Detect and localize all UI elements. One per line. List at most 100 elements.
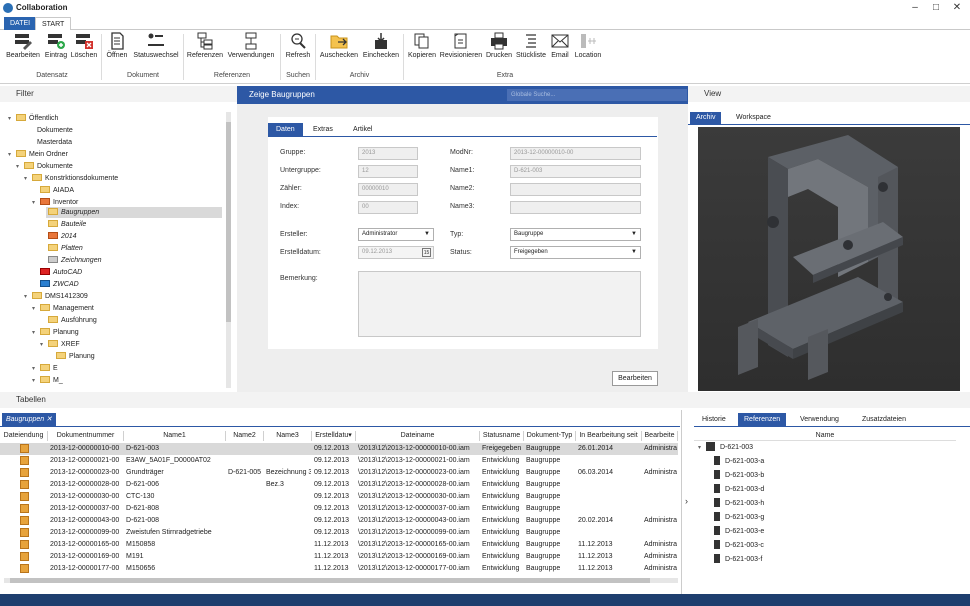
table-row[interactable]: 2013-12-00000028-00 D-621-006 Bez.3 09.12.2…	[0, 479, 678, 491]
tree-node[interactable]: ▾ Management	[32, 303, 94, 314]
table-row[interactable]: 2013-12-00000169-00 M191 11.12.2013 \2013\1…	[0, 551, 678, 563]
column-header[interactable]: Dokument-Typ	[524, 431, 576, 441]
close-button[interactable]: ✕	[947, 2, 967, 14]
status-select[interactable]: Freigegeben ▼	[510, 246, 641, 259]
table-row[interactable]: 2013-12-00000099-00 Zweistufen Stirnradge…	[0, 527, 678, 539]
tab-workspace[interactable]: Workspace	[730, 112, 777, 124]
statuswechsel-button[interactable]: Statuswechsel	[131, 32, 181, 64]
tab-datei[interactable]: DATEI	[4, 17, 37, 30]
tab-referenzen[interactable]: Referenzen	[738, 413, 787, 426]
tree-node[interactable]: ▾ Konstrktionsdokumente	[24, 173, 118, 184]
oeffnen-button[interactable]: Öffnen	[104, 32, 130, 64]
name3-field[interactable]	[510, 201, 641, 214]
ref-child-node[interactable]: D-621-003-b	[714, 469, 764, 482]
tree-node[interactable]: AutoCAD	[40, 267, 82, 278]
tab-historie[interactable]: Historie	[696, 413, 732, 426]
column-header[interactable]: Name1	[124, 431, 226, 441]
tab-zusatzdateien[interactable]: Zusatzdateien	[856, 413, 912, 426]
scroll-thumb[interactable]	[10, 578, 650, 583]
tree-node[interactable]: Platten	[48, 243, 83, 254]
revisionieren-button[interactable]: Revisionieren	[439, 32, 483, 64]
eintrag-button[interactable]: Eintrag	[43, 32, 69, 64]
gruppe-field[interactable]: 2013	[358, 147, 418, 160]
auschecken-button[interactable]: Auschecken	[318, 32, 360, 64]
tree-node[interactable]: ▾ E	[32, 363, 58, 374]
model-viewport[interactable]	[698, 127, 960, 391]
tree-node[interactable]: AIADA	[40, 185, 74, 196]
name2-field[interactable]	[510, 183, 641, 196]
ref-child-node[interactable]: D-621-003-f	[714, 553, 762, 566]
ersteller-select[interactable]: Administrator ▼	[358, 228, 434, 241]
loeschen-button[interactable]: Löschen	[70, 32, 98, 64]
tree-node[interactable]: Planung	[56, 351, 95, 362]
table-row[interactable]: 2013-12-00000165-00 M150858 11.12.2013 \201…	[0, 539, 678, 551]
ref-child-node[interactable]: D-621-003-e	[714, 525, 764, 538]
tree-node[interactable]: ▾ Mein Ordner	[8, 149, 68, 160]
tree-node[interactable]: ▾ DMS1412309	[24, 291, 88, 302]
column-header[interactable]: Dateiname	[356, 431, 480, 441]
einchecken-button[interactable]: Einchecken	[361, 32, 401, 64]
column-header[interactable]: Dokumentnummer	[48, 431, 124, 441]
table-row[interactable]: 2013-12-00000023-00 Grundträger D-621-005 B…	[0, 467, 678, 479]
ref-child-node[interactable]: D-621-003-a	[714, 455, 764, 468]
tab-extras[interactable]: Extras	[305, 123, 341, 136]
refresh-button[interactable]: Refresh	[283, 32, 313, 64]
table-row[interactable]: 2013-12-00000021-00 E3AW_5A01F_D0000AT02 0…	[0, 455, 678, 467]
referenzen-button[interactable]: Referenzen	[186, 32, 224, 64]
tree-node[interactable]: Dokumente	[37, 125, 73, 136]
ref-child-node[interactable]: D-621-003-c	[714, 539, 764, 552]
scroll-thumb[interactable]	[226, 122, 231, 322]
erstelldatum-field[interactable]: 09.12.2013 15	[358, 246, 434, 259]
tree-node[interactable]: Ausführung	[48, 315, 97, 326]
typ-select[interactable]: Baugruppe ▼	[510, 228, 641, 241]
table-row[interactable]: 2013-12-00000010-00 D-621-003 09.12.2013 \2…	[0, 443, 678, 455]
kopieren-button[interactable]: Kopieren	[406, 32, 438, 64]
calendar-icon[interactable]: 15	[422, 248, 431, 257]
tree-node[interactable]: ▾ Dokumente	[16, 161, 73, 172]
global-search-input[interactable]: Globale Suche...	[507, 89, 687, 101]
table-row[interactable]: 2013-12-00000030-00 CTC-130 09.12.2013 \201…	[0, 491, 678, 503]
ref-root-node[interactable]: ▾ D-621-003	[698, 441, 753, 454]
tab-daten[interactable]: Daten	[268, 123, 303, 136]
drucken-button[interactable]: Drucken	[484, 32, 514, 64]
edit-button[interactable]: Bearbeiten	[612, 371, 658, 386]
tab-archiv[interactable]: Archiv	[690, 112, 722, 124]
tree-node[interactable]: Bauteile	[48, 219, 86, 230]
bearbeiten-button[interactable]: Bearbeiten	[4, 32, 42, 64]
stueckliste-button[interactable]: Stückliste	[515, 32, 547, 64]
email-button[interactable]: Email	[548, 32, 572, 64]
expand-arrow-icon[interactable]: ›	[685, 496, 688, 506]
table-row[interactable]: 2013-12-00000177-00 M150656 11.12.2013 \201…	[0, 563, 678, 575]
table-row[interactable]: 2013-12-00000037-00 D-621-808 09.12.2013 \2…	[0, 503, 678, 515]
maximize-button[interactable]: □	[926, 2, 946, 14]
column-header[interactable]: Name2	[226, 431, 264, 441]
tree-node[interactable]: ▾ Planung	[32, 327, 79, 338]
column-header[interactable]: Bearbeite	[642, 431, 678, 441]
close-tab-icon[interactable]: ✕	[46, 416, 52, 423]
tree-node-selected[interactable]: Baugruppen	[46, 207, 222, 218]
ref-child-node[interactable]: D-621-003-h	[714, 497, 764, 510]
tree-node[interactable]: 2014	[48, 231, 77, 242]
untergruppe-field[interactable]: 12	[358, 165, 418, 178]
tree-node[interactable]: Zeichnungen	[48, 255, 101, 266]
index-field[interactable]: 00	[358, 201, 418, 214]
minimize-button[interactable]: –	[905, 2, 925, 14]
filter-scrollbar[interactable]	[226, 112, 231, 388]
table-row[interactable]: 2013-12-00000043-00 D-621-008 09.12.2013 \2…	[0, 515, 678, 527]
tree-node[interactable]: Masterdata	[37, 137, 72, 148]
tab-verwendung[interactable]: Verwendung	[794, 413, 845, 426]
ref-child-node[interactable]: D-621-003-g	[714, 511, 764, 524]
column-header[interactable]: Dateiendung	[0, 431, 48, 441]
column-header[interactable]: Erstelldatu▾	[312, 431, 356, 441]
zaehler-field[interactable]: 00000010	[358, 183, 418, 196]
name1-field[interactable]: D-621-003	[510, 165, 641, 178]
verwendungen-button[interactable]: Verwendungen	[225, 32, 277, 64]
tree-node[interactable]: ▾ M_	[32, 375, 63, 386]
column-header[interactable]: Name3	[264, 431, 312, 441]
tab-baugruppen[interactable]: Baugruppen ✕	[2, 413, 56, 426]
panel-splitter[interactable]: ›	[682, 410, 694, 594]
location-button[interactable]: Location	[573, 32, 603, 64]
modnr-field[interactable]: 2013-12-00000010-00	[510, 147, 641, 160]
ref-child-node[interactable]: D-621-003-d	[714, 483, 764, 496]
tab-artikel[interactable]: Artikel	[345, 123, 380, 136]
